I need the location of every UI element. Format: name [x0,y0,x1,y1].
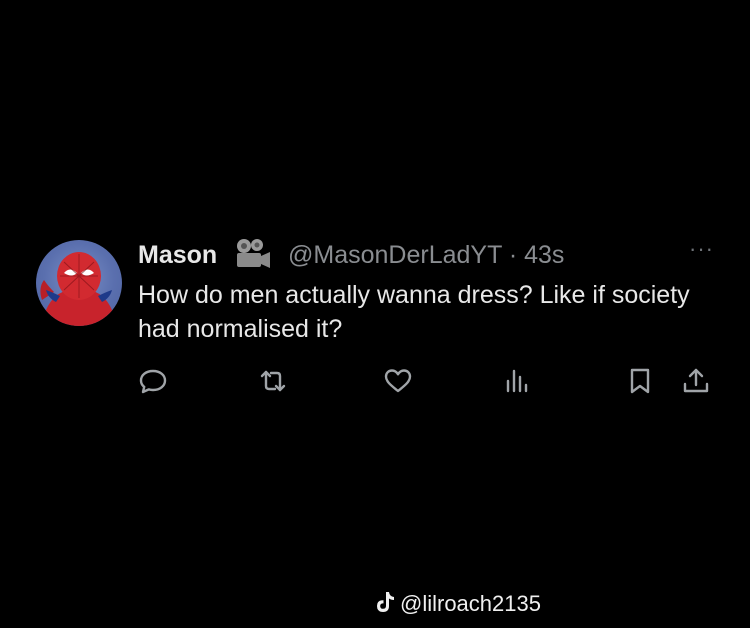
more-options-icon[interactable]: ··· [689,236,714,262]
tweet-text: How do men actually wanna dress? Like if… [138,281,690,343]
reply-icon[interactable] [138,366,168,396]
handle-and-timestamp[interactable]: @MasonDerLadYT · 43s [288,241,564,270]
share-icon[interactable] [681,366,711,396]
tweet-header: Mason @MasonDerLadYT · 43s ··· [138,236,726,272]
tiktok-icon [374,590,396,614]
display-name[interactable]: Mason [138,241,217,270]
retweet-icon[interactable] [258,366,288,396]
avatar[interactable] [36,240,122,326]
camera-badge-icon [232,237,272,271]
views-icon[interactable] [502,366,532,396]
like-icon[interactable] [383,366,413,396]
watermark-handle: @lilroach2135 [400,591,541,616]
bookmark-icon[interactable] [625,366,655,396]
spiderman-avatar-image [40,252,116,326]
tweet-card[interactable]: Mason @MasonDerLadYT · 43s ··· How do me… [36,236,726,406]
tiktok-watermark: @lilroach2135 [374,589,541,619]
tweet-actions [138,366,718,398]
